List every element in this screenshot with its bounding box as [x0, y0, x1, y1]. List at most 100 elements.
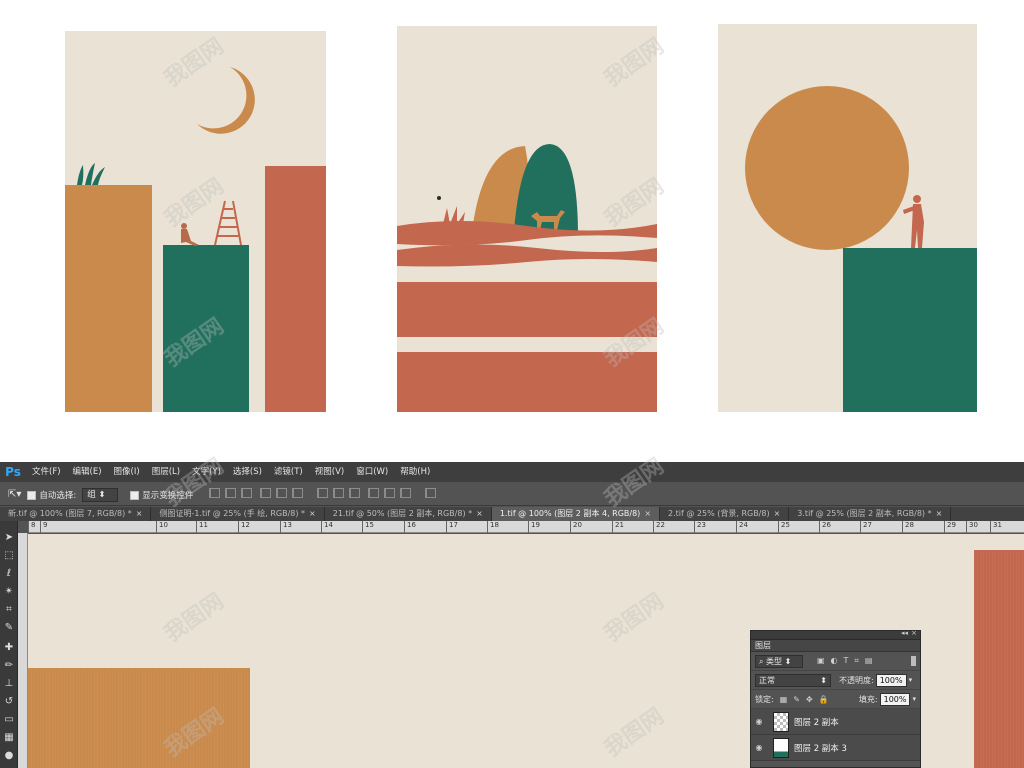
photoshop-window: Ps 文件(F) 编辑(E) 图像(I) 图层(L) 文字(Y) 选择(S) 滤… — [0, 462, 1024, 768]
filter-icons[interactable]: ▣◐T⌗▤ — [817, 656, 879, 666]
auto-select-dropdown[interactable]: 组 ⬍ — [82, 487, 119, 502]
lasso-tool-icon[interactable]: ℓ — [2, 567, 16, 581]
magic-wand-icon[interactable]: ✴ — [2, 585, 16, 599]
show-transform-checkbox[interactable]: 显示变换控件 — [130, 489, 193, 501]
artwork-1-illustration — [65, 67, 326, 412]
distribute-top-icon[interactable] — [317, 488, 329, 498]
layers-tab[interactable]: 图层 — [751, 640, 920, 652]
auto-select-label: 自动选择: — [39, 490, 77, 501]
filter-toggle-icon[interactable] — [911, 656, 916, 666]
artwork-card-2 — [397, 26, 657, 412]
move-tool-icon[interactable]: ⇱▾ — [8, 489, 21, 500]
tab-document-active[interactable]: 1.tif @ 100% (图层 2 副本 4, RGB/8) × — [491, 507, 661, 521]
panel-header: ◂◂ × — [751, 629, 920, 640]
filter-dropdown[interactable]: ⌕ 类型 ⬍ — [755, 654, 803, 668]
opacity-dropdown-icon[interactable]: ▾ — [909, 676, 913, 684]
ruler-tick: 22 — [653, 521, 665, 533]
fill-label: 填充: — [858, 694, 878, 704]
tab-label: 侧图证明-1.tif @ 25% (手 绘, RGB/8) * — [159, 509, 306, 518]
fill-dropdown-icon[interactable]: ▾ — [912, 695, 916, 703]
align-bottom-icon[interactable] — [241, 488, 253, 498]
align-top-icon[interactable] — [209, 488, 221, 498]
stripe-4 — [397, 352, 657, 412]
moon-shape — [197, 67, 255, 134]
distribute-hcenter-icon[interactable] — [383, 488, 395, 498]
eraser-tool-icon[interactable]: ▭ — [2, 713, 16, 727]
gradient-tool-icon[interactable]: ▦ — [2, 731, 16, 745]
menu-file[interactable]: 文件(F) — [26, 462, 67, 482]
eyedropper-icon[interactable]: ✎ — [2, 621, 16, 635]
close-icon[interactable]: × — [136, 507, 143, 521]
align-vcenter-icon[interactable] — [225, 488, 237, 498]
move-tool-icon[interactable]: ➤ — [2, 531, 16, 545]
options-bar: ⇱▾ ✓ 自动选择: 组 ⬍ 显示变换控件 — [0, 484, 1024, 506]
healing-brush-icon[interactable]: ✚ — [2, 641, 16, 655]
tab-document[interactable]: 21.tif @ 50% (图层 2 副本, RGB/8) * × — [325, 507, 492, 521]
eye-icon[interactable]: ◉ — [751, 743, 767, 752]
layer-thumbnail — [773, 737, 789, 758]
tab-document[interactable]: 3.tif @ 25% (图层 2 副本, RGB/8) * × — [789, 507, 952, 521]
tab-document[interactable]: 侧图证明-1.tif @ 25% (手 绘, RGB/8) * × — [151, 507, 325, 521]
lock-icons[interactable]: ▦✎✥🔒 — [780, 695, 835, 704]
align-right-icon[interactable] — [292, 488, 304, 498]
close-icon[interactable]: × — [309, 507, 316, 521]
align-icons[interactable] — [209, 488, 441, 501]
checkbox-icon — [130, 490, 140, 500]
align-left-icon[interactable] — [260, 488, 272, 498]
align-hcenter-icon[interactable] — [276, 488, 288, 498]
tab-document[interactable]: 新.tif @ 100% (图层 7, RGB/8) * × — [0, 507, 152, 521]
tab-document[interactable]: 2.tif @ 25% (背景, RGB/8) × — [660, 507, 790, 521]
close-icon[interactable]: × — [911, 629, 917, 637]
document-tabs: 新.tif @ 100% (图层 7, RGB/8) * × 侧图证明-1.tif… — [0, 507, 1024, 521]
ruler-tick: 25 — [778, 521, 790, 533]
ruler-tick: 26 — [819, 521, 831, 533]
rust-block — [265, 166, 326, 412]
menu-view[interactable]: 视图(V) — [309, 462, 350, 482]
auto-select-checkbox[interactable]: ✓ 自动选择: — [27, 489, 77, 502]
menu-layer[interactable]: 图层(L) — [146, 462, 186, 482]
distribute-vcenter-icon[interactable] — [333, 488, 345, 498]
menu-window[interactable]: 窗口(W) — [350, 462, 394, 482]
stripe-2 — [397, 244, 657, 267]
layer-row[interactable]: ◉ 图层 2 副本 3 — [751, 735, 920, 761]
blur-tool-icon[interactable]: ● — [2, 749, 16, 763]
clone-stamp-icon[interactable]: ⊥ — [2, 677, 16, 691]
eye-icon[interactable]: ◉ — [751, 717, 767, 726]
layers-panel: ◂◂ × 图层 ⌕ 类型 ⬍ ▣◐T⌗▤ 正常 ⬍ 不透明度: 100% ▾ 锁定… — [750, 629, 921, 768]
history-brush-icon[interactable]: ↺ — [2, 695, 16, 709]
fill-input[interactable]: 100% — [879, 692, 911, 706]
ruler-tick: 27 — [860, 521, 872, 533]
distribute-bottom-icon[interactable] — [349, 488, 361, 498]
ps-logo: Ps — [5, 465, 21, 479]
close-icon[interactable]: × — [936, 507, 943, 521]
close-icon[interactable]: × — [774, 507, 781, 521]
plant-shape — [77, 163, 105, 185]
crop-tool-icon[interactable]: ⌗ — [2, 603, 16, 617]
menu-edit[interactable]: 编辑(E) — [67, 462, 108, 482]
blend-mode-dropdown[interactable]: 正常 ⬍ — [755, 673, 831, 687]
auto-align-icon[interactable] — [424, 488, 436, 498]
stripe-3 — [397, 282, 657, 337]
menu-type[interactable]: 文字(Y) — [186, 462, 227, 482]
close-icon[interactable]: × — [644, 507, 651, 521]
opacity-input[interactable]: 100% — [875, 673, 907, 687]
distribute-left-icon[interactable] — [367, 488, 379, 498]
distribute-right-icon[interactable] — [399, 488, 411, 498]
layer-name: 图层 2 副本 — [794, 717, 839, 728]
ruler-tick: 15 — [362, 521, 374, 533]
green-plinth — [843, 248, 977, 412]
marquee-tool-icon[interactable]: ⬚ — [2, 549, 16, 563]
auto-select-value: 组 — [87, 489, 96, 500]
menu-help[interactable]: 帮助(H) — [394, 462, 436, 482]
menu-select[interactable]: 选择(S) — [227, 462, 268, 482]
collapse-icon[interactable]: ◂◂ — [901, 629, 908, 637]
ruler-tick: 28 — [902, 521, 914, 533]
ruler-tick: 20 — [570, 521, 582, 533]
close-icon[interactable]: × — [476, 507, 483, 521]
menu-image[interactable]: 图像(I) — [108, 462, 146, 482]
brush-tool-icon[interactable]: ✏ — [2, 659, 16, 673]
menu-filter[interactable]: 滤镜(T) — [268, 462, 309, 482]
layer-row[interactable]: ◉ 图层 2 副本 — [751, 709, 920, 735]
filter-label: 类型 — [766, 656, 783, 666]
artwork-card-1 — [65, 31, 326, 412]
